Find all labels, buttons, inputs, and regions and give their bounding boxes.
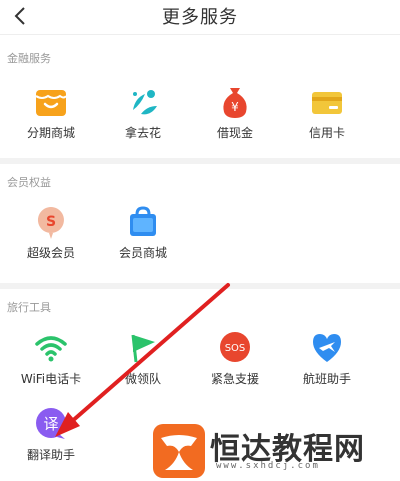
super-member-icon: S xyxy=(37,207,64,239)
sos-icon: SOS xyxy=(220,332,250,362)
svg-text:S: S xyxy=(46,214,56,230)
service-installment-mall[interactable]: 分期商城 xyxy=(6,84,96,154)
service-translation[interactable]: 译 翻译助手 xyxy=(6,406,96,476)
service-wifi-card[interactable]: WiFi电话卡 xyxy=(6,330,96,400)
credit-card-icon xyxy=(312,92,342,114)
service-label: 航班助手 xyxy=(302,372,351,386)
svg-text:¥: ¥ xyxy=(231,100,239,114)
service-label: 翻译助手 xyxy=(26,448,75,462)
service-flight-assistant[interactable]: 航班助手 xyxy=(282,330,372,400)
service-label: 微领队 xyxy=(124,372,161,386)
watermark-url: www.sxhdcj.com xyxy=(216,461,320,471)
translate-icon: 译 xyxy=(36,408,66,439)
section-divider xyxy=(0,283,400,289)
service-nahuahua[interactable]: 拿去花 xyxy=(98,84,188,154)
service-label: 信用卡 xyxy=(308,126,345,140)
service-label: 紧急支援 xyxy=(210,372,259,386)
wifi-icon xyxy=(35,336,67,362)
section-label-travel: 旅行工具 xyxy=(7,301,51,314)
money-bag-icon: ¥ xyxy=(223,88,247,118)
service-label: 借现金 xyxy=(216,126,253,140)
service-super-member[interactable]: S 超级会员 xyxy=(6,204,96,274)
flag-icon xyxy=(131,334,155,363)
service-label: 会员商城 xyxy=(118,246,167,260)
shopping-bag-icon xyxy=(130,206,156,236)
service-tour-leader[interactable]: 微领队 xyxy=(98,330,188,400)
svg-text:译: 译 xyxy=(43,415,58,433)
svg-text:SOS: SOS xyxy=(225,343,246,354)
service-member-mall[interactable]: 会员商城 xyxy=(98,204,188,274)
service-credit-card[interactable]: 信用卡 xyxy=(282,84,372,154)
service-label: WiFi电话卡 xyxy=(20,372,82,386)
section-divider xyxy=(0,158,400,164)
section-label-membership: 会员权益 xyxy=(7,176,51,189)
watermark-logo-icon xyxy=(153,424,205,478)
flower-icon xyxy=(128,87,158,117)
flight-icon xyxy=(313,334,341,362)
top-bar: 更多服务 xyxy=(0,0,400,35)
service-label: 分期商城 xyxy=(26,126,75,140)
page-title: 更多服务 xyxy=(162,7,238,28)
section-label-finance: 金融服务 xyxy=(7,52,51,65)
shop-icon xyxy=(35,90,67,116)
service-borrow-cash[interactable]: ¥ 借现金 xyxy=(190,84,280,154)
service-label: 拿去花 xyxy=(124,126,161,140)
service-emergency[interactable]: SOS 紧急支援 xyxy=(190,330,280,400)
service-label: 超级会员 xyxy=(26,246,75,260)
